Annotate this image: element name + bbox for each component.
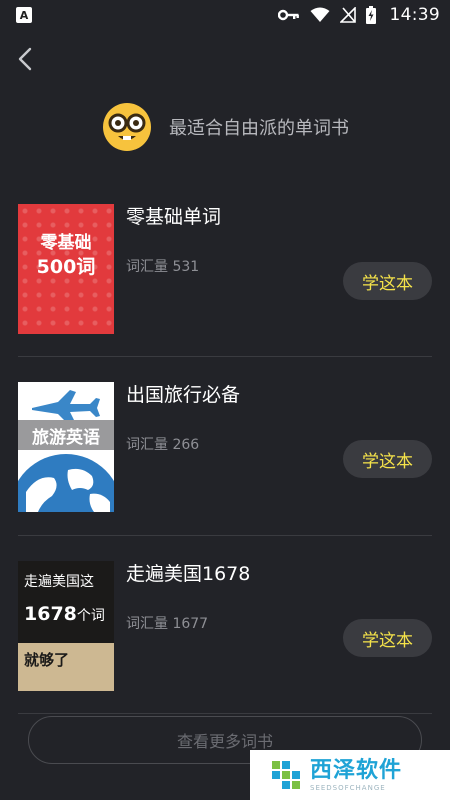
book-title: 走遍美国1678 xyxy=(126,563,251,585)
book-cover: 旅游英语 xyxy=(18,382,114,512)
divider xyxy=(18,713,432,714)
book-item[interactable]: 走遍美国这 1678个词 就够了 走遍美国1678 词汇量 1677 学这本 xyxy=(18,561,432,691)
watermark: 西泽软件 SEEDSOFCHANGE xyxy=(250,750,450,800)
cover-text: 零基础 xyxy=(40,233,92,253)
cover-text: 走遍美国这 xyxy=(24,574,94,590)
book-title: 零基础单词 xyxy=(126,206,222,228)
page-header: 最适合自由派的单词书 xyxy=(0,100,450,154)
book-item[interactable]: 旅游英语 出国旅行必备 词汇量 266 学这本 xyxy=(18,382,432,512)
status-bar: A 14:39 xyxy=(0,0,450,30)
watermark-name: 西泽软件 xyxy=(310,758,403,783)
book-word-count: 词汇量 531 xyxy=(126,259,200,275)
cover-text: 1678个词 xyxy=(24,603,105,625)
learn-this-button[interactable]: 学这本 xyxy=(343,440,432,478)
learn-this-button[interactable]: 学这本 xyxy=(343,262,432,300)
cover-text: 500词 xyxy=(36,256,96,278)
chevron-left-icon xyxy=(18,47,32,71)
app-notification-icon: A xyxy=(16,7,32,23)
watermark-subtitle: SEEDSOFCHANGE xyxy=(310,784,386,792)
status-time: 14:39 xyxy=(389,5,440,25)
book-word-count: 词汇量 1677 xyxy=(126,616,209,632)
learn-this-button[interactable]: 学这本 xyxy=(343,619,432,657)
cover-text: 旅游英语 xyxy=(18,420,114,450)
divider xyxy=(18,535,432,536)
cover-text: 就够了 xyxy=(24,651,70,669)
vpn-key-icon xyxy=(277,9,299,21)
nerd-face-icon xyxy=(103,103,151,151)
book-cover: 零基础 500词 xyxy=(18,204,114,334)
book-title: 出国旅行必备 xyxy=(126,384,241,406)
book-item[interactable]: 零基础 500词 零基础单词 词汇量 531 学这本 xyxy=(18,204,432,334)
book-cover: 走遍美国这 1678个词 就够了 xyxy=(18,561,114,691)
watermark-logo-icon xyxy=(272,761,300,789)
page-subtitle: 最适合自由派的单词书 xyxy=(169,118,349,139)
battery-charging-icon xyxy=(365,6,376,24)
book-word-count: 词汇量 266 xyxy=(126,437,200,453)
wifi-icon xyxy=(310,7,329,22)
back-button[interactable] xyxy=(10,42,40,76)
divider xyxy=(18,356,432,357)
no-signal-icon xyxy=(339,7,356,23)
